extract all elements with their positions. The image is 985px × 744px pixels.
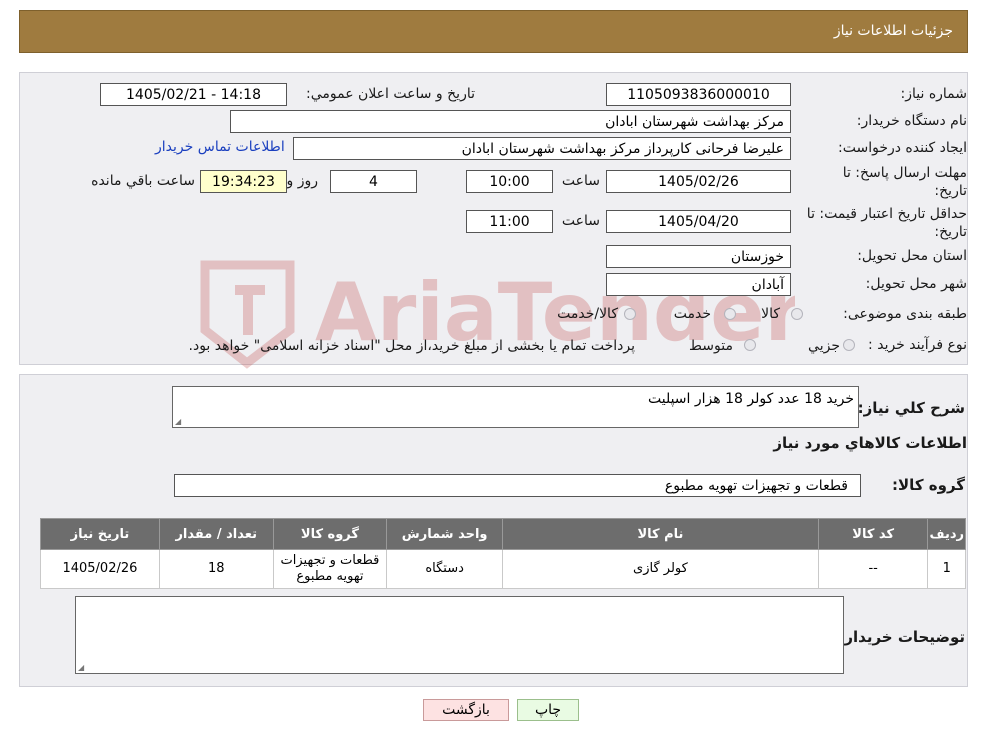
process-option-minor: جزیي bbox=[808, 338, 840, 354]
cell-item-name: کولر گازی bbox=[502, 549, 819, 589]
deadline-time-label: ساعت bbox=[561, 173, 600, 189]
category-radio-service[interactable] bbox=[724, 308, 736, 320]
category-label: طبقه بندی موضوعی: bbox=[843, 306, 967, 322]
print-button[interactable]: چاپ bbox=[517, 699, 579, 721]
description-label: شرح کلي نياز: bbox=[857, 399, 965, 417]
col-header-unit: واحد شمارش bbox=[386, 518, 504, 550]
col-header-group: گروه کالا bbox=[272, 518, 388, 550]
price-validity-date-field[interactable]: 1405/04/20 bbox=[606, 210, 791, 233]
category-radio-goods-service[interactable] bbox=[624, 308, 636, 320]
col-header-row-number: رديف bbox=[927, 518, 966, 550]
deadline-time-field[interactable]: 10:00 bbox=[466, 170, 553, 193]
city-field[interactable]: آبادان bbox=[606, 273, 791, 296]
process-type-label: نوع فرآیند خرید : bbox=[868, 337, 967, 353]
resize-grip-icon[interactable]: ◢ bbox=[78, 663, 86, 672]
cell-need-date: 1405/02/26 bbox=[40, 549, 160, 589]
announce-date-label: تاریخ و ساعت اعلان عمومي: bbox=[306, 86, 475, 102]
col-header-item-code: کد کالا bbox=[817, 518, 929, 550]
goods-info-title: اطلاعات کالاهاي مورد نياز bbox=[773, 434, 967, 452]
buyer-org-label: نام دستگاه خريدار: bbox=[856, 113, 967, 129]
price-validity-label: حداقل تاریخ اعتبار قیمت: تا تاریخ: bbox=[806, 206, 967, 240]
price-validity-time-field[interactable]: 11:00 bbox=[466, 210, 553, 233]
announce-date-field[interactable]: 1405/02/21 - 14:18 bbox=[100, 83, 287, 106]
cell-row-number: 1 bbox=[927, 549, 966, 589]
cell-quantity: 18 bbox=[158, 549, 274, 589]
goods-group-field[interactable]: قطعات و تجهیزات تهویه مطبوع bbox=[174, 474, 861, 497]
back-button[interactable]: بازگشت bbox=[423, 699, 509, 721]
need-number-label: شماره نیاز: bbox=[900, 86, 968, 102]
process-note: پرداخت تمام یا بخشی از مبلغ خرید،از محل … bbox=[188, 338, 635, 354]
page-header: جزئیات اطلاعات نیاز bbox=[19, 10, 968, 53]
col-header-item-name: نام کالا bbox=[502, 518, 819, 550]
goods-group-label: گروه کالا: bbox=[892, 476, 965, 494]
description-text: خرید 18 عدد کولر 18 هزار اسپلیت bbox=[647, 391, 854, 407]
process-radio-minor[interactable] bbox=[843, 339, 855, 351]
page-title: جزئیات اطلاعات نیاز bbox=[833, 23, 953, 39]
price-validity-time-label: ساعت bbox=[561, 213, 600, 229]
category-option-service: خدمت bbox=[673, 306, 711, 322]
goods-table: رديف کد کالا نام کالا واحد شمارش گروه کا… bbox=[40, 518, 966, 589]
buyer-org-field[interactable]: مرکز بهداشت شهرستان ابادان bbox=[230, 110, 791, 133]
col-header-need-date: تاريخ نياز bbox=[40, 518, 160, 550]
buyer-notes-label: توضیحات خریدار: bbox=[838, 628, 965, 646]
description-textarea[interactable]: خرید 18 عدد کولر 18 هزار اسپلیت ◢ bbox=[172, 386, 859, 428]
deadline-date-field[interactable]: 1405/02/26 bbox=[606, 170, 791, 193]
days-label: روز و bbox=[286, 173, 319, 189]
table-row: 1 -- کولر گازی دستگاه قطعات و تجهیزات ته… bbox=[40, 549, 966, 589]
buyer-notes-textarea[interactable]: ◢ bbox=[75, 596, 844, 674]
days-remaining-field[interactable]: 4 bbox=[330, 170, 417, 193]
category-option-goods-service: کالا/خدمت bbox=[557, 306, 618, 322]
need-number-field[interactable]: 1105093836000010 bbox=[606, 83, 791, 106]
creator-label: ایجاد کننده درخواست: bbox=[838, 140, 967, 156]
category-option-goods: کالا bbox=[761, 306, 780, 322]
resize-grip-icon[interactable]: ◢ bbox=[175, 417, 183, 426]
contact-info-link[interactable]: اطلاعات تماس خریدار bbox=[155, 139, 285, 155]
creator-field[interactable]: علیرضا فرحانی کارپرداز مرکز بهداشت شهرست… bbox=[293, 137, 791, 160]
cell-unit: دستگاه bbox=[386, 549, 504, 589]
deadline-label: مهلت ارسال پاسخ: تا تاریخ: bbox=[842, 165, 967, 199]
col-header-quantity: تعداد / مقدار bbox=[158, 518, 274, 550]
process-option-medium: متوسط bbox=[689, 338, 733, 354]
category-radio-goods[interactable] bbox=[791, 308, 803, 320]
cell-group: قطعات و تجهیزات تهویه مطبوع bbox=[272, 549, 388, 589]
remaining-time-field: 19:34:23 bbox=[200, 170, 287, 193]
province-label: استان محل تحویل: bbox=[857, 248, 967, 264]
remaining-time-label: ساعت باقي مانده bbox=[91, 173, 195, 189]
table-header-row: رديف کد کالا نام کالا واحد شمارش گروه کا… bbox=[40, 518, 966, 550]
province-field[interactable]: خوزستان bbox=[606, 245, 791, 268]
city-label: شهر محل تحویل: bbox=[865, 276, 967, 292]
process-radio-medium[interactable] bbox=[744, 339, 756, 351]
cell-item-code: -- bbox=[817, 549, 929, 589]
